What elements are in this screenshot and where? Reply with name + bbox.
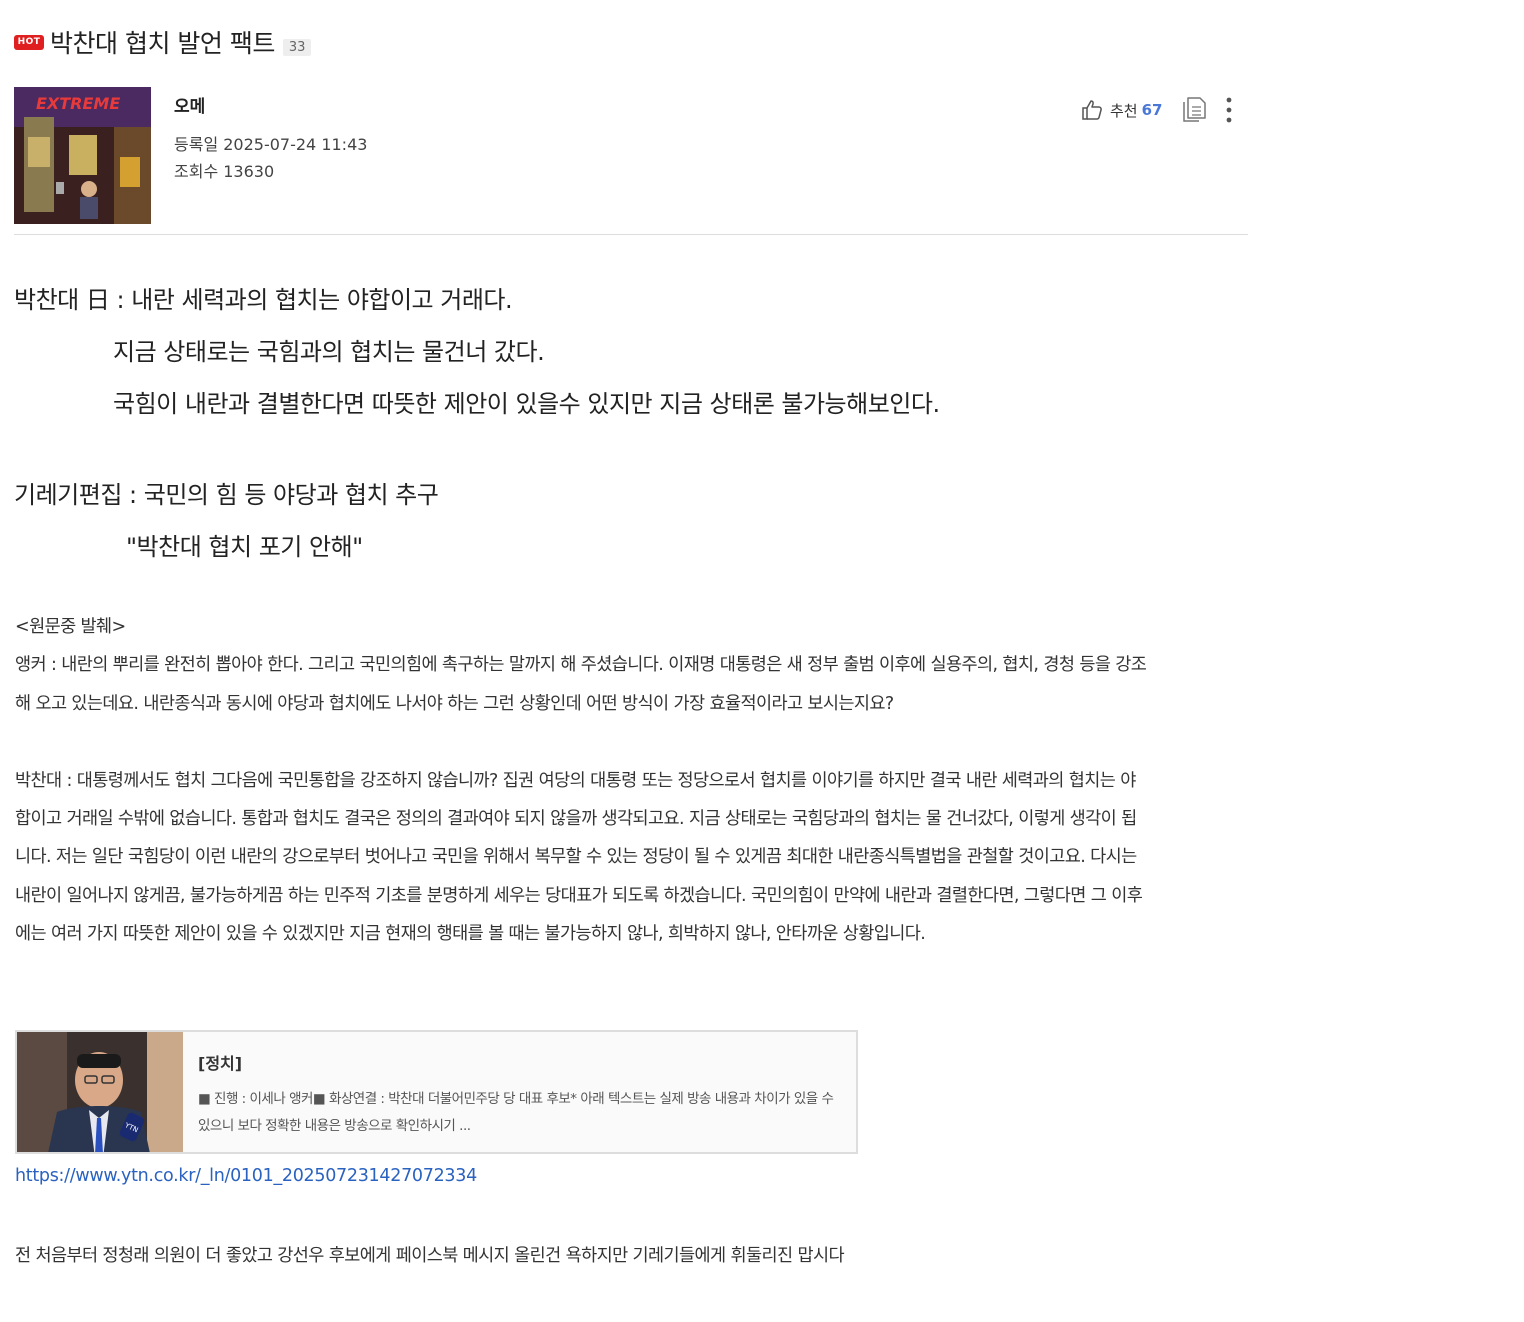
link-preview-card[interactable]: YTN [정치] ■ 진행 : 이세나 앵커■ 화상연결 : 박찬대 더불어민주… — [15, 1030, 858, 1154]
headline-line: 기레기편집 : 국민의 힘 등 야당과 협치 추구 — [14, 481, 439, 509]
link-preview-thumbnail: YTN — [17, 1032, 183, 1152]
author-avatar[interactable]: EXTREME — [14, 87, 151, 224]
comment-count-badge[interactable]: 33 — [282, 38, 312, 56]
anchor-line: 앵커 : 내란의 뿌리를 완전히 뽑아야 한다. 그리고 국민의힘에 촉구하는 … — [15, 655, 1147, 675]
closing-comment: 전 처음부터 정청래 의원이 더 좋았고 강선우 후보에게 페이스북 메시지 올… — [15, 1246, 845, 1266]
link-preview-category: [정치] — [198, 1054, 243, 1073]
post-title: 박찬대 협치 발언 팩트 — [50, 29, 275, 58]
recommend-label[interactable]: 추천 — [1110, 100, 1138, 121]
post-views: 조회수 13630 — [174, 162, 275, 181]
post-date: 등록일 2025-07-24 11:43 — [174, 135, 368, 154]
post-title-row: HOT 박찬대 협치 발언 팩트 33 — [14, 24, 312, 60]
more-vertical-icon[interactable] — [1224, 96, 1234, 124]
link-preview-description: ■ 진행 : 이세나 앵커■ 화상연결 : 박찬대 더불어민주당 당 대표 후보… — [198, 1091, 834, 1134]
hot-badge: HOT — [14, 34, 44, 50]
author-name[interactable]: 오메 — [174, 92, 205, 117]
answer-line: 내란이 일어나지 않게끔, 불가능하게끔 하는 민주적 기초를 분명하게 세우는… — [15, 886, 1143, 906]
answer-line: 합이고 거래일 수밖에 없습니다. 통합과 협치도 결국은 정의의 결과여야 되… — [15, 809, 1137, 829]
quote-line: 지금 상태로는 국힘과의 협치는 물건너 갔다. — [113, 338, 545, 366]
answer-line: 박찬대 : 대통령께서도 협치 그다음에 국민통합을 강조하지 않습니까? 집권… — [15, 771, 1136, 791]
answer-line: 에는 여러 가지 따뜻한 제안이 있을 수 있겠지만 지금 현재의 행태를 볼 … — [15, 924, 926, 944]
header-divider — [14, 234, 1248, 235]
avatar-image: EXTREME — [14, 87, 151, 224]
headline-line: "박찬대 협치 포기 안해" — [126, 533, 363, 561]
anchor-line: 해 오고 있는데요. 내란종식과 동시에 야당과 협치에도 나서야 하는 그런 … — [15, 694, 894, 714]
source-link[interactable]: https://www.ytn.co.kr/_ln/0101_202507231… — [15, 1166, 477, 1186]
answer-line: 니다. 저는 일단 국힘당이 이런 내란의 강으로부터 벗어나고 국민을 위해서… — [15, 847, 1137, 867]
recommend-count: 67 — [1141, 101, 1163, 119]
thumbs-up-icon[interactable] — [1080, 98, 1104, 122]
excerpt-heading: <원문중 발췌> — [15, 617, 126, 637]
copy-icon[interactable] — [1182, 96, 1208, 124]
post-actions: 추천 67 — [1080, 96, 1234, 124]
quote-line: 국힘이 내란과 결별한다면 따뜻한 제안이 있을수 있지만 지금 상태론 불가능… — [113, 390, 940, 418]
svg-text:EXTREME: EXTREME — [36, 94, 120, 113]
quote-line: 박찬대 日 : 내란 세력과의 협치는 야합이고 거래다. — [14, 286, 513, 314]
